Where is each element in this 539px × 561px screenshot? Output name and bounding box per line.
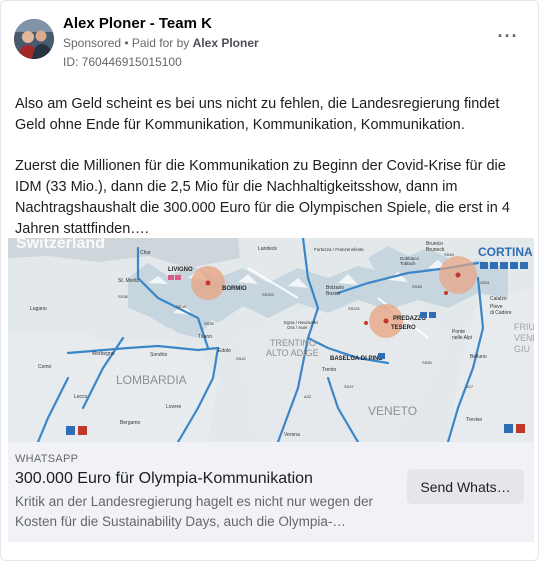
map-label-a22: A22 [304,394,312,399]
map-label-friuli: FRIU [514,322,534,332]
ad-id: ID: 760446915015100 [63,55,182,69]
map-label-ss39: SS39 [204,321,215,326]
post-paragraph: Zuerst die Millionen für die Kommunikati… [15,158,510,237]
paid-for-by-label: Paid for by [131,36,190,50]
separator-dot: • [121,36,132,50]
venue-icons-cortina [480,262,528,269]
map-label-edolo: Edolo [218,348,231,354]
map-label-chur: Chur [140,250,151,256]
map-label-trento: Trento [322,367,336,373]
map-label-sondrio: Sondrio [150,352,167,358]
map-label-tirano: Tirano [198,334,212,340]
map-label-ora: Ora / Auer [287,325,308,330]
map-label-veneto: VENETO [368,404,417,418]
map-label-treviso: Treviso [466,417,482,423]
map-label-ss51: SS51 [480,280,491,285]
sponsored-label: Sponsored [63,36,122,50]
map-label-ss241: SS241 [348,306,361,311]
map-label-baselga: BASELGA DI PINÈ [330,354,382,362]
post-body-text: Also am Geld scheint es bei uns nicht zu… [15,94,525,240]
map-label-ss48: SS48 [412,284,423,289]
map-label-lovere: Lovere [166,404,182,410]
post-paragraph: Also am Geld scheint es bei uns nicht zu… [15,96,500,133]
map-label-bormio: BORMIO [222,286,247,292]
more-horizontal-icon[interactable]: ··· [495,27,521,49]
map-label-calalzo: Calalzo [490,296,507,302]
link-description: Kritik an der Landesregierung hagelt es … [15,494,373,529]
map-label-ss42: SS42 [236,356,247,361]
map-label-lombardia: LOMBARDIA [116,373,187,387]
olympic-venues-map-image[interactable]: Switzerland Chur LIVIGNO St. Moritz BORM… [8,238,534,442]
map-label-fortezza: Fortezza / Franzensfeste [314,247,364,252]
map-label-toblach: Toblach [400,261,416,266]
map-label-cortina: CORTINA [478,245,533,259]
map-label-trentino: TRENTINO [270,338,316,348]
map-label-ss49: SS49 [444,252,455,257]
author-avatar[interactable] [14,19,54,59]
map-label-st-moritz: St. Moritz [118,278,140,284]
link-title[interactable]: 300.000 Euro für Olympia-Kommunikation [15,470,313,488]
sponsored-post-card: Alex Ploner - Team K Sponsored • Paid fo… [0,0,539,561]
map-label-switzerland: Switzerland [16,238,105,252]
map-label-landeck: Landeck [258,246,277,252]
map-label-ss50: SS50 [422,360,433,365]
map-label-cadore: di Cadore [490,310,512,316]
map-label-bozen: Bozen [326,291,340,297]
map-label-verona: Verona [284,432,300,438]
link-preview[interactable]: WHATSAPP 300.000 Euro für Olympia-Kommun… [8,442,534,542]
map-label-tesero: TESERO [391,325,416,331]
map-label-lugano: Lugano [30,306,47,312]
venue-icons-baselga [378,353,385,359]
send-whatsapp-button[interactable]: Send Whats… [407,469,524,504]
map-label-a27: A27 [466,384,474,389]
map-label-lecco: Lecco [74,394,88,400]
post-author-name[interactable]: Alex Ploner - Team K [63,15,212,32]
map-label-como: Como [38,364,52,370]
sponsored-line: Sponsored • Paid for by Alex Ploner [63,36,259,50]
map-label-belluno: Belluno [470,354,487,360]
map-label-ss36: SS36 [118,294,129,299]
link-domain: WHATSAPP [15,453,79,465]
map-label-venezia: VENE [514,333,534,343]
map-label-alto-adige: ALTO ADIGE [266,348,319,358]
map-label-giulia: GIU [514,344,530,354]
map-label-bruneck: Bruneck [426,247,445,253]
map-label-ss301: SS301 [262,292,275,297]
map-label-nelle-alpi: nelle Alpi [452,335,472,341]
map-label-ss38: SS38 [176,304,187,309]
map-label-bergamo: Bergamo [120,420,141,426]
map-label-morbegno: Morbegno [92,351,115,357]
map-label-ss47: SS47 [344,384,355,389]
map-label-livigno: LIVIGNO [168,267,193,273]
payer-name: Alex Ploner [192,36,259,50]
